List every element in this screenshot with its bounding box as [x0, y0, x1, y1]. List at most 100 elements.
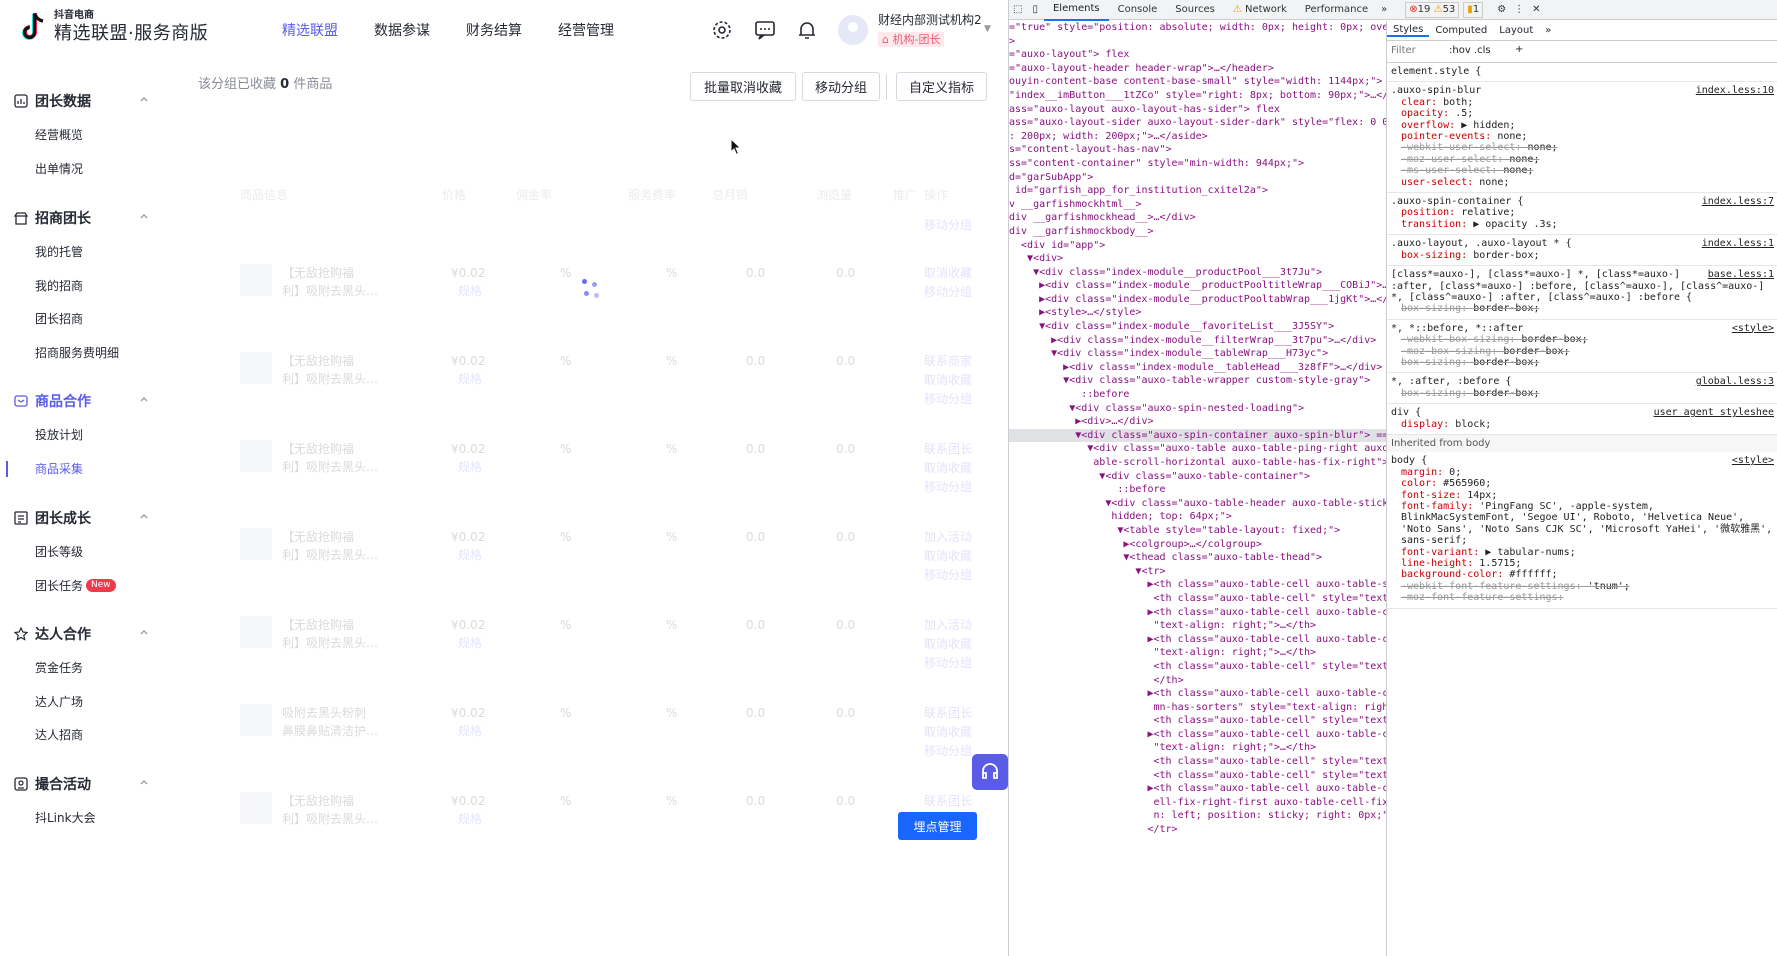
dom-node-line[interactable]: ass="auxo-layout auxo-layout-has-sider">…	[1009, 103, 1386, 117]
tab-console[interactable]: Console	[1109, 0, 1167, 20]
dom-node-line[interactable]: ss="content-container" style="min-width:…	[1009, 157, 1386, 171]
nav-item[interactable]: 数据参谋	[374, 20, 430, 40]
styles-filter-input[interactable]: Filter:hov .cls +	[1387, 41, 1777, 63]
dom-node-line[interactable]: ▼<div class="index-module__productPool__…	[1009, 266, 1386, 280]
dom-node-line[interactable]: ="auxo-layout"> flex	[1009, 48, 1386, 62]
style-property[interactable]: transition: ▶ opacity .3s;	[1391, 219, 1774, 230]
settings-icon[interactable]	[711, 19, 733, 41]
row-action-link[interactable]: 取消收藏	[924, 459, 972, 478]
dom-node-line[interactable]: <th class="auxo-table-cell" style="text-…	[1009, 592, 1386, 606]
dom-node-line[interactable]: ▶<div class="index-module__filterWrap___…	[1009, 334, 1386, 348]
style-property[interactable]: box-sizing: border-box;	[1391, 388, 1774, 399]
dom-node-line[interactable]: ▼<div class="auxo-spin-nested-loading">	[1009, 402, 1386, 416]
dom-node-line[interactable]: ▼<div class="auxo-spin-container auxo-sp…	[1009, 428, 1386, 443]
style-property[interactable]: font-family: 'PingFang SC', -apple-syste…	[1391, 501, 1774, 547]
dom-node-line[interactable]: d="garSubApp">	[1009, 171, 1386, 185]
rule-source-link[interactable]: <style>	[1732, 455, 1774, 466]
row-action-link[interactable]: 移动分组	[924, 566, 972, 585]
dom-node-line[interactable]: ▼<thead class="auxo-table-thead">	[1009, 551, 1386, 565]
device-toolbar-icon[interactable]: ▯	[1026, 4, 1044, 15]
sidebar-section[interactable]: 达人合作	[0, 617, 170, 651]
dom-node-line[interactable]: ▶<div class="index-module__productPoolti…	[1009, 279, 1386, 293]
sidebar-item[interactable]: 抖Link大会	[0, 801, 170, 835]
style-property[interactable]: -moz-font-feature-settings:	[1391, 592, 1774, 603]
hov-cls-toggles[interactable]: :hov .cls	[1449, 45, 1491, 56]
style-property[interactable]: box-sizing: border-box;	[1391, 250, 1774, 261]
tab-computed[interactable]: Computed	[1429, 25, 1493, 36]
rule-source-link[interactable]: index.less:7	[1702, 196, 1774, 207]
tab-performance[interactable]: Performance	[1296, 0, 1377, 20]
dom-node-line[interactable]: >	[1009, 35, 1386, 49]
dom-node-line[interactable]: div __garfishmockhead__>…</div>	[1009, 211, 1386, 225]
sidebar-section[interactable]: 撮合活动	[0, 767, 170, 801]
style-property[interactable]: font-variant: ▶ tabular-nums;	[1391, 547, 1774, 558]
table-header-cell[interactable]: 总月销	[712, 186, 748, 203]
dom-node-line[interactable]: "text-align: right;">…</th>	[1009, 646, 1386, 660]
dom-node-line[interactable]: ▶<th class="auxo-table-cell auxo-table-c…	[1009, 728, 1386, 742]
dom-node-line[interactable]: ▼<div class="auxo-table-wrapper custom-s…	[1009, 374, 1386, 388]
sidebar-item[interactable]: 投放计划	[0, 418, 170, 452]
kebab-menu-icon[interactable]: ⋮	[1514, 4, 1524, 15]
product-thumbnail[interactable]	[240, 616, 272, 648]
bell-icon[interactable]	[796, 19, 818, 41]
row-action-link[interactable]: 取消收藏	[924, 635, 972, 654]
dom-node-line[interactable]: </tr>	[1009, 823, 1386, 837]
dom-node-line[interactable]: "text-align: right;">…</th>	[1009, 619, 1386, 633]
tab-network[interactable]: ⚠ Network	[1224, 0, 1296, 20]
row-action-link[interactable]: 取消收藏	[924, 371, 972, 390]
dom-node-line[interactable]: ▼<div class="index-module__tableWrap___H…	[1009, 347, 1386, 361]
dom-node-line[interactable]: ="auxo-layout-header header-wrap">…</hea…	[1009, 62, 1386, 76]
sidebar-section[interactable]: 招商团长	[0, 201, 170, 235]
dom-node-line[interactable]: ▼<div class="auxo-table-container">	[1009, 470, 1386, 484]
style-property[interactable]: position: relative;	[1391, 207, 1774, 218]
rule-source-link[interactable]: <style>	[1732, 323, 1774, 334]
product-thumbnail[interactable]	[240, 792, 272, 824]
sidebar-section[interactable]: 团长成长	[0, 501, 170, 535]
rule-source-link[interactable]: global.less:3	[1696, 376, 1774, 387]
dom-node-line[interactable]: <th class="auxo-table-cell" style="text-…	[1009, 769, 1386, 783]
dom-node-line[interactable]: s="content-layout-has-nav">	[1009, 143, 1386, 157]
dom-node-line[interactable]: ▶<style>…</style>	[1009, 306, 1386, 320]
style-property[interactable]: user-select: none;	[1391, 177, 1774, 188]
dom-node-line[interactable]: <th class="auxo-table-cell" style="text-…	[1009, 660, 1386, 674]
row-action-link[interactable]: 联系商家	[924, 352, 972, 371]
dom-node-line[interactable]: id="garfish_app_for_institution_cxitel2a…	[1009, 184, 1386, 198]
row-action-link[interactable]: 移动分组	[924, 742, 972, 761]
nav-item[interactable]: 财务结算	[466, 20, 522, 40]
batch-unfavorite-button[interactable]: 批量取消收藏	[690, 72, 796, 101]
sidebar-item[interactable]: 我的招商	[0, 269, 170, 303]
dom-node-line[interactable]: ::before	[1009, 388, 1386, 402]
style-property[interactable]: display: block;	[1391, 419, 1774, 430]
row-action-link[interactable]: 联系团长	[924, 704, 972, 723]
dom-node-line[interactable]: ▶<colgroup>…</colgroup>	[1009, 538, 1386, 552]
dom-node-line[interactable]: ▶<div class="index-module__tableHead___3…	[1009, 361, 1386, 375]
dom-node-line[interactable]: ass="auxo-layout-sider auxo-layout-sider…	[1009, 116, 1386, 130]
row-action-link[interactable]: 联系团长	[924, 792, 972, 811]
chevron-up-icon[interactable]	[140, 628, 148, 636]
sidebar-item[interactable]: 达人广场	[0, 685, 170, 719]
tracking-management-button[interactable]: 埋点管理	[898, 812, 977, 840]
dom-node-line[interactable]: div __garfishmockbody__>	[1009, 225, 1386, 239]
dom-node-line[interactable]: ::before	[1009, 483, 1386, 497]
row-action-link[interactable]: 取消收藏	[924, 547, 972, 566]
console-counts[interactable]: ⊗19 ⚠53	[1405, 1, 1460, 18]
dom-node-line[interactable]: <div id="app">	[1009, 239, 1386, 253]
row-action-link[interactable]: 移动分组	[924, 390, 972, 409]
add-rule-icon[interactable]: +	[1515, 44, 1523, 55]
style-property[interactable]: font-size: 14px;	[1391, 490, 1774, 501]
style-property[interactable]: color: #565960;	[1391, 478, 1774, 489]
move-group-button[interactable]: 移动分组	[802, 72, 880, 101]
sidebar-item[interactable]: 商品采集	[0, 452, 170, 486]
style-property[interactable]: line-height: 1.5715;	[1391, 558, 1774, 569]
issues-count[interactable]: ▮1	[1463, 1, 1484, 18]
style-property[interactable]: overflow: ▶ hidden;	[1391, 120, 1774, 131]
tab-sources[interactable]: Sources	[1166, 0, 1224, 20]
row-action-link[interactable]: 移动分组	[924, 478, 972, 497]
dom-node-line[interactable]: ouyin-content-base content-base-small" s…	[1009, 75, 1386, 89]
style-property[interactable]: -webkit-box-sizing: border-box;	[1391, 334, 1774, 345]
style-property[interactable]: -moz-box-sizing: border-box;	[1391, 346, 1774, 357]
logo[interactable]: 抖音电商 精选联盟·服务商版	[18, 10, 208, 46]
chevron-up-icon[interactable]	[140, 512, 148, 520]
style-property[interactable]: margin: 0;	[1391, 467, 1774, 478]
chevron-up-icon[interactable]	[140, 395, 148, 403]
